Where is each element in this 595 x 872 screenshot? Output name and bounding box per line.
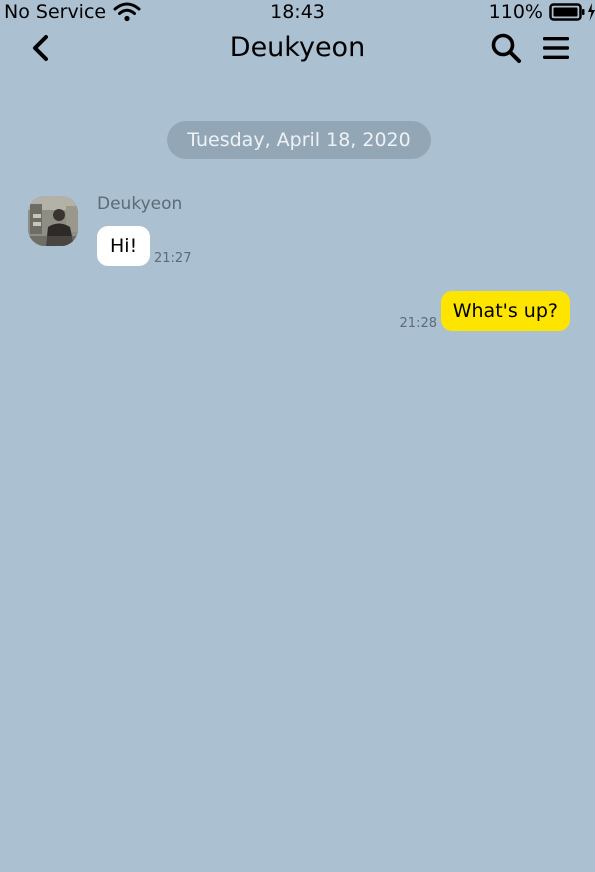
date-divider: Tuesday, April 18, 2020 (167, 121, 431, 159)
sender-name: Deukyeon (97, 194, 183, 214)
message-time-incoming: 21:27 (154, 251, 192, 266)
message-bubble-incoming[interactable]: Hi! (97, 226, 151, 266)
chat-header: Deukyeon (0, 26, 595, 70)
status-bar: No Service 18:43 110% (0, 0, 595, 24)
avatar-photo (28, 196, 78, 246)
message-time-outgoing: 21:28 (399, 316, 437, 331)
menu-icon[interactable] (541, 34, 571, 62)
battery-icon (549, 3, 595, 21)
search-icon[interactable] (490, 32, 522, 64)
battery-percentage: 110% (488, 1, 543, 23)
message-bubble-outgoing[interactable]: What's up? (440, 291, 570, 331)
avatar[interactable] (28, 196, 78, 246)
